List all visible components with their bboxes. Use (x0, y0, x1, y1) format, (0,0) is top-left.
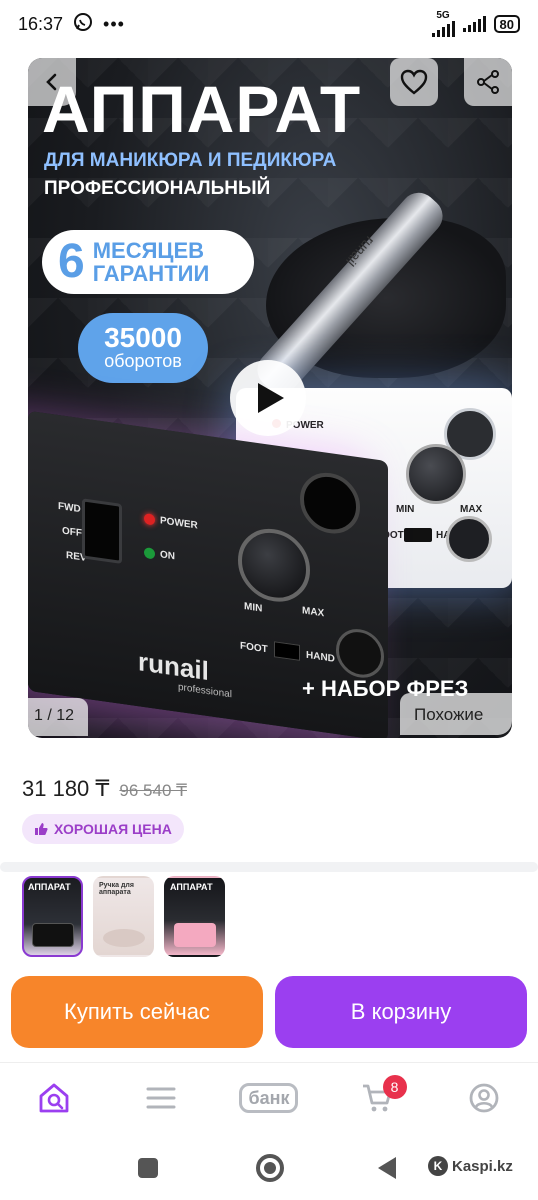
ub-min-label: MIN (244, 601, 263, 615)
chevron-left-icon (46, 73, 57, 91)
ub-max-label: MAX (302, 605, 325, 620)
thumbnail-3[interactable]: АППАРАТ (164, 876, 225, 957)
ub-socket (336, 625, 384, 681)
nav-profile[interactable] (454, 1073, 514, 1123)
ub-pen-holder (300, 468, 360, 538)
recents-button[interactable] (138, 1158, 158, 1178)
good-price-label: ХОРОШАЯ ЦЕНА (54, 821, 172, 837)
cart-count-badge: 8 (382, 1074, 407, 1099)
nav-home-search[interactable] (24, 1073, 84, 1123)
heart-icon (400, 69, 428, 95)
good-price-badge: ХОРОШАЯ ЦЕНА (22, 814, 184, 844)
add-to-cart-button[interactable]: В корзину (275, 976, 527, 1048)
uw-socket (446, 516, 492, 562)
uw-max-label: MAX (460, 504, 483, 515)
ub-rocker-switch (82, 498, 122, 564)
thumbnail-device (32, 923, 74, 947)
hero-subtitle-2: ПРОФЕССИОНАЛЬНЫЙ (44, 178, 271, 199)
rpm-number: 35000 (104, 322, 182, 354)
more-icon: ••• (103, 13, 125, 34)
kaspi-watermark: K Kaspi.kz (428, 1156, 513, 1176)
ub-on-label: ON (160, 549, 175, 563)
hero-title: АППАРАТ (42, 72, 362, 146)
buy-now-button[interactable]: Купить сейчас (11, 976, 263, 1048)
home-search-icon (39, 1083, 69, 1112)
back-button[interactable] (28, 58, 76, 106)
thumbnail-2[interactable]: Ручка для аппарата (93, 876, 154, 957)
nav-bank[interactable]: банк (239, 1073, 299, 1123)
ub-hand-label: HAND (306, 649, 335, 665)
nav-cart[interactable]: 8 (347, 1073, 407, 1123)
thumbnail-1[interactable]: АППАРАТ (22, 876, 83, 957)
network-icon: 5G (431, 10, 455, 37)
warranty-number: 6 (58, 235, 85, 288)
thumbnail-label: АППАРАТ (170, 882, 213, 892)
rpm-label: оборотов (104, 351, 182, 372)
uw-min-label: MIN (396, 504, 415, 515)
uw-speed-knob (406, 444, 466, 504)
bottom-navigation: банк 8 (0, 1062, 538, 1132)
network-label: 5G (436, 10, 450, 21)
share-button[interactable] (464, 58, 512, 106)
price-row: 31 180 ₸ 96 540 ₸ (22, 776, 187, 802)
favorite-button[interactable] (390, 58, 438, 106)
section-divider (0, 862, 538, 872)
warranty-pill: 6 МЕСЯЦЕВ ГАРАНТИИ (42, 230, 254, 294)
back-nav-button[interactable] (378, 1157, 396, 1179)
rpm-pill: 35000 оборотов (78, 313, 208, 383)
warranty-line-1: МЕСЯЦЕВ (92, 237, 205, 263)
watermark-text: Kaspi.kz (452, 1157, 513, 1175)
system-navigation: K Kaspi.kz (0, 1140, 538, 1200)
ub-power-led (144, 513, 155, 526)
ub-power-label: POWER (160, 515, 198, 532)
ub-brand: runail (138, 646, 209, 687)
ub-speed-knob (238, 524, 310, 607)
play-video-button[interactable] (230, 360, 306, 436)
product-image-carousel[interactable]: runail АППАРАТ ДЛЯ МАНИКЮРА И ПЕДИКЮРА П… (28, 58, 512, 738)
thumbnail-device (174, 923, 216, 947)
warranty-text: МЕСЯЦЕВ ГАРАНТИИ (93, 239, 210, 285)
battery-icon: 80 (493, 15, 520, 33)
warranty-line-2: ГАРАНТИИ (92, 261, 210, 286)
ub-off-label: OFF (62, 525, 82, 540)
share-icon (477, 70, 499, 94)
kaspi-logo-icon: K (428, 1156, 448, 1176)
status-bar: 16:37 ••• 5G 80 (0, 0, 538, 48)
menu-icon (146, 1087, 176, 1108)
thumbnail-label: Ручка для аппарата (99, 882, 134, 896)
battery-level: 80 (499, 16, 514, 32)
whatsapp-icon (73, 12, 93, 37)
thumbnail-strip: АППАРАТ Ручка для аппарата АППАРАТ (22, 876, 225, 957)
hero-subtitle-1: ДЛЯ МАНИКЮРА И ПЕДИКЮРА (44, 150, 337, 171)
ub-foot-hand-switch (274, 641, 300, 661)
home-button[interactable] (256, 1154, 284, 1182)
current-price: 31 180 ₸ (22, 776, 110, 801)
image-counter: 1 / 12 (34, 707, 75, 724)
uw-foot-hand-switch (404, 528, 432, 542)
profile-icon (469, 1083, 499, 1112)
bank-label: банк (239, 1082, 299, 1113)
signal-icon (462, 16, 486, 32)
thumbnail-label: АППАРАТ (28, 882, 71, 892)
old-price: 96 540 ₸ (119, 781, 187, 800)
nav-catalog[interactable] (131, 1073, 191, 1123)
status-time: 16:37 (18, 13, 64, 34)
similar-button[interactable]: Похожие (414, 705, 483, 725)
thumbnail-device (103, 929, 145, 947)
ub-foot-label: FOOT (240, 640, 268, 656)
ub-fwd-label: FWD (58, 500, 81, 516)
play-icon (258, 383, 284, 413)
thumbs-up-icon (35, 823, 48, 835)
ub-on-led (144, 547, 155, 560)
